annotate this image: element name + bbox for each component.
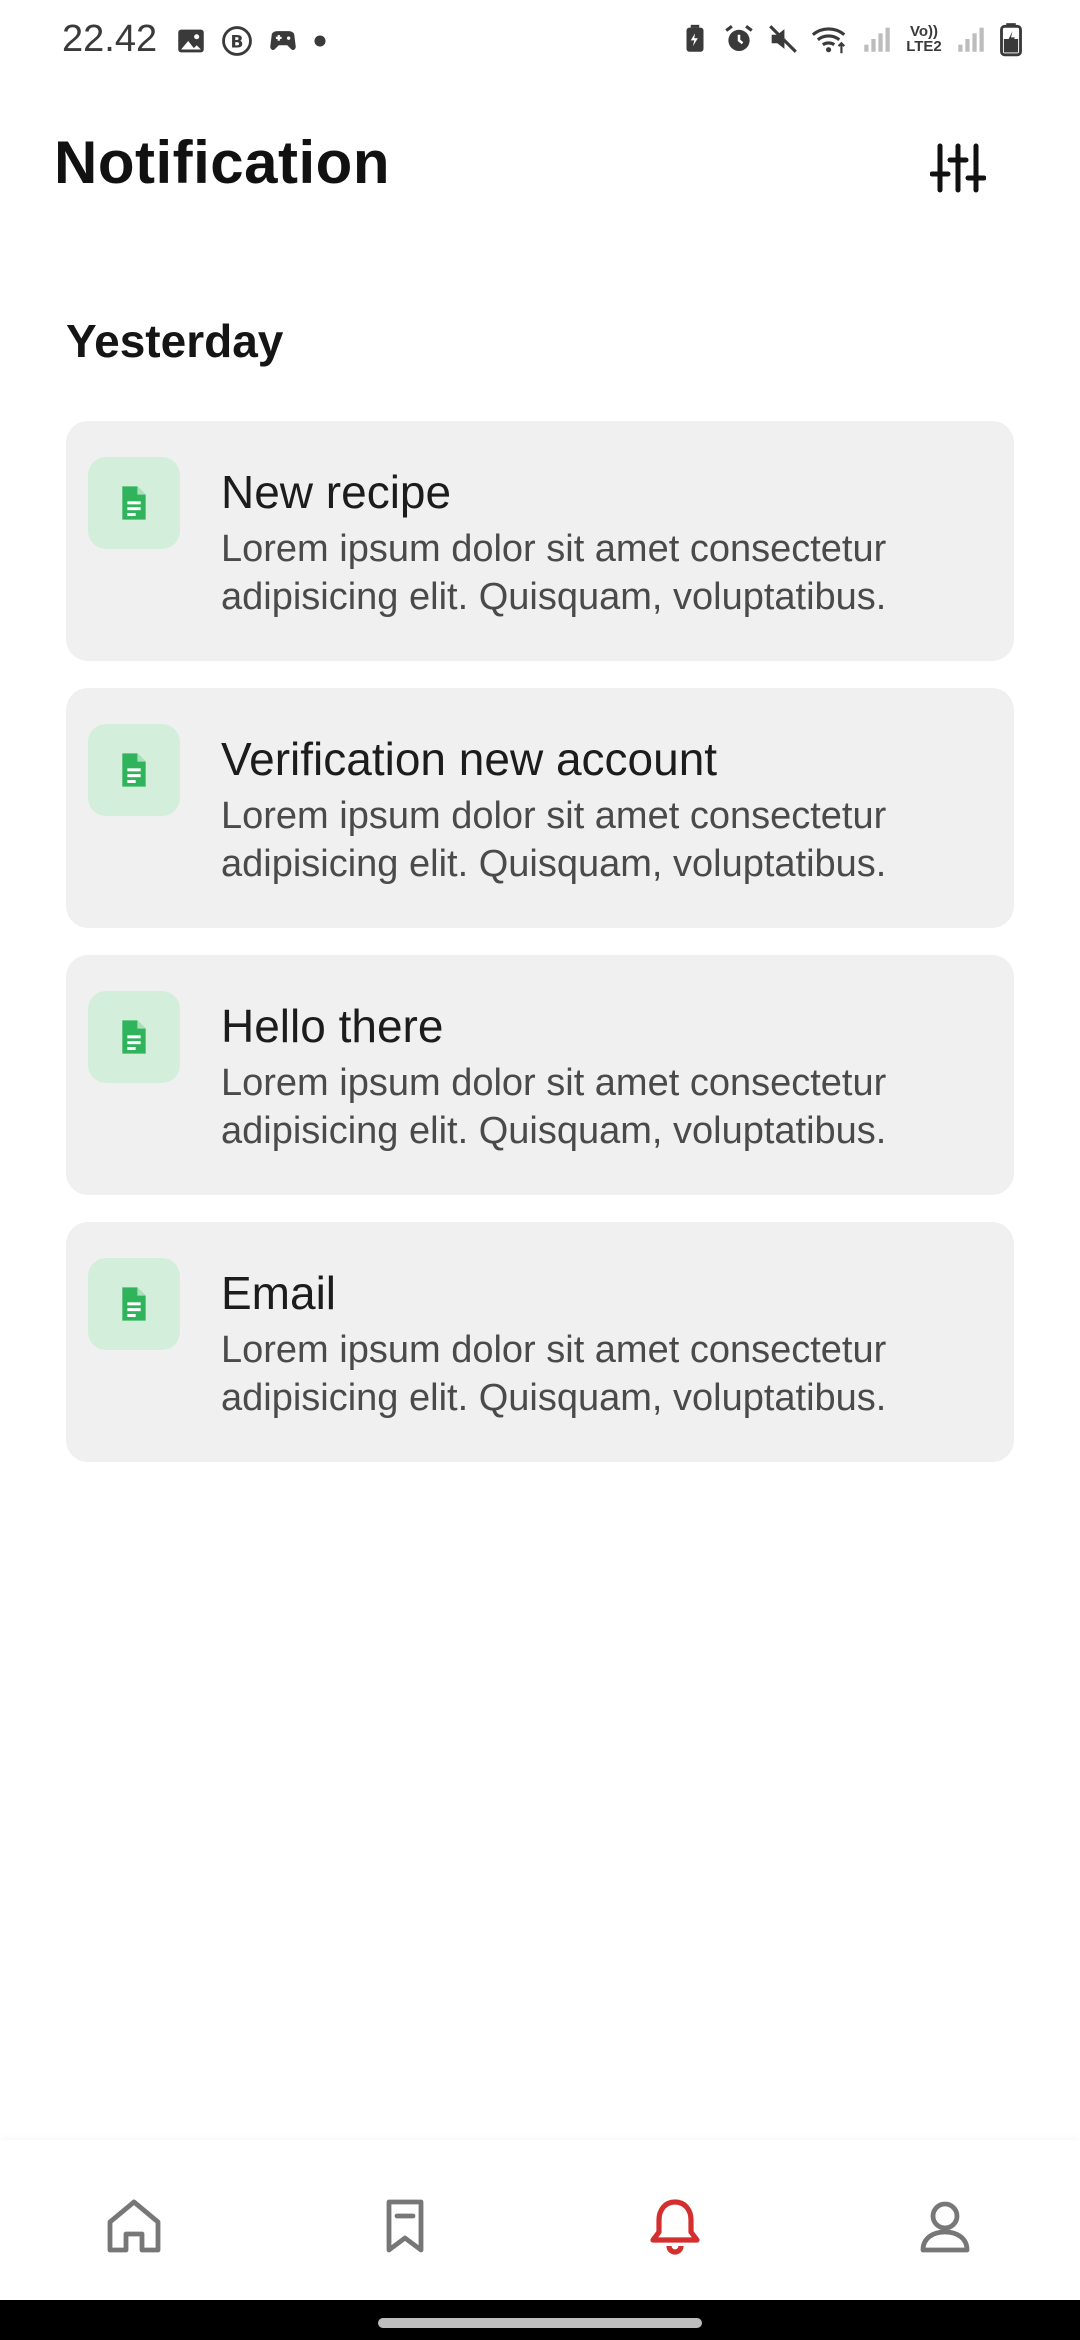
nav-profile[interactable] bbox=[905, 2186, 985, 2266]
filter-button[interactable] bbox=[926, 136, 990, 200]
nav-notifications[interactable] bbox=[635, 2186, 715, 2266]
svg-text:B: B bbox=[231, 32, 244, 52]
nav-saved[interactable] bbox=[365, 2186, 445, 2266]
status-bar: 22.42 B Vo)) LTE2 bbox=[0, 0, 1080, 80]
volte-indicator: Vo)) LTE2 bbox=[904, 24, 944, 54]
document-icon bbox=[88, 1258, 180, 1350]
home-indicator[interactable] bbox=[378, 2318, 702, 2328]
document-icon bbox=[88, 724, 180, 816]
dot-icon bbox=[312, 22, 328, 60]
notification-card[interactable]: Hello there Lorem ipsum dolor sit amet c… bbox=[66, 955, 1014, 1195]
bookmark-icon bbox=[373, 2194, 437, 2258]
nav-home[interactable] bbox=[94, 2186, 174, 2266]
alarm-icon bbox=[722, 20, 756, 58]
battery-saver-icon bbox=[678, 20, 712, 58]
notification-card[interactable]: Email Lorem ipsum dolor sit amet consect… bbox=[66, 1222, 1014, 1462]
notification-card[interactable]: Verification new account Lorem ipsum dol… bbox=[66, 688, 1014, 928]
notification-list: New recipe Lorem ipsum dolor sit amet co… bbox=[66, 421, 1014, 1489]
status-time: 22.42 bbox=[62, 18, 158, 60]
bell-icon bbox=[643, 2194, 707, 2258]
gallery-icon bbox=[174, 22, 208, 60]
volte-line2: LTE2 bbox=[906, 38, 942, 55]
notification-body: Lorem ipsum dolor sit amet consectetur a… bbox=[221, 795, 887, 885]
status-left-icons: B bbox=[174, 22, 328, 60]
sliders-icon bbox=[930, 140, 986, 196]
b-badge-icon: B bbox=[220, 22, 254, 60]
notification-body: Lorem ipsum dolor sit amet consectetur a… bbox=[221, 1329, 887, 1419]
document-icon bbox=[88, 991, 180, 1083]
status-right-icons: Vo)) LTE2 bbox=[678, 20, 1024, 58]
notification-card[interactable]: New recipe Lorem ipsum dolor sit amet co… bbox=[66, 421, 1014, 661]
notification-title: Hello there bbox=[221, 1000, 444, 1052]
notification-body: Lorem ipsum dolor sit amet consectetur a… bbox=[221, 1062, 887, 1152]
notification-title: Verification new account bbox=[221, 733, 718, 785]
system-navigation-bar bbox=[0, 2300, 1080, 2340]
document-icon bbox=[88, 457, 180, 549]
wifi-icon bbox=[810, 20, 850, 58]
page-title: Notification bbox=[54, 129, 390, 196]
section-title: Yesterday bbox=[66, 315, 284, 367]
battery-charging-icon bbox=[998, 20, 1024, 58]
signal-icon-1 bbox=[860, 20, 894, 58]
user-icon bbox=[913, 2194, 977, 2258]
notification-title: New recipe bbox=[221, 466, 452, 518]
notification-body: Lorem ipsum dolor sit amet consectetur a… bbox=[221, 528, 887, 618]
mute-icon bbox=[766, 20, 800, 58]
game-controller-icon bbox=[266, 22, 300, 60]
home-icon bbox=[102, 2194, 166, 2258]
notification-title: Email bbox=[221, 1267, 337, 1319]
signal-icon-2 bbox=[954, 20, 988, 58]
bottom-nav bbox=[0, 2140, 1080, 2300]
